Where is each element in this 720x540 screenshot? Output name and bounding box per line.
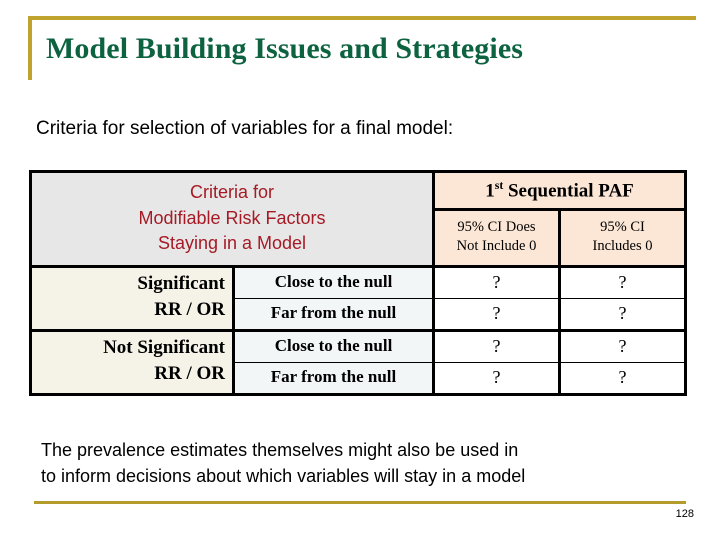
value-ci-not-include-0: ? [432,297,560,331]
header-ci-col2-line1: 95% CI [600,218,645,235]
table-row: Significant RR / OR Close to the null ? … [30,264,687,331]
header-paf-superscript: st [494,178,504,192]
value-ci-not-include-0: ? [432,264,560,299]
criteria-table: Criteria for Modifiable Risk Factors Sta… [29,170,688,396]
magnitude-cell: Far from the null [233,297,435,331]
header-criteria-label: Criteria for Modifiable Risk Factors Sta… [30,171,435,268]
header-criteria-line1: Criteria for [189,182,274,202]
header-ci-includes-0: 95% CI Includes 0 [557,208,687,268]
footer-note-line1: The prevalence estimates themselves migh… [41,440,519,460]
value-ci-not-include-0: ? [432,328,560,363]
header-ci-not-include-0: 95% CI Does Not Include 0 [433,208,560,268]
header-paf-rest: Sequential PAF [503,180,634,202]
header-ci-col1-line2: Not Include 0 [456,238,537,255]
header-paf-base: 1 [485,180,495,202]
value-ci-not-include-0: ? [432,361,560,395]
table-row: Not Significant RR / OR Close to the nul… [30,328,687,395]
subtitle-text: Criteria for selection of variables for … [36,118,454,139]
value-ci-includes-0: ? [557,264,687,299]
table-header-row-1: Criteria for Modifiable Risk Factors Sta… [30,171,687,268]
group-label-line1: Not Significant [103,337,225,359]
footer-note-line2: to inform decisions about which variable… [41,465,526,486]
group-label-line2: RR / OR [154,299,225,321]
footer-note: The prevalence estimates themselves migh… [41,438,691,489]
page-number: 128 [675,508,694,520]
page-title: Model Building Issues and Strategies [46,32,524,65]
group-label-line1: Significant [137,273,225,295]
value-ci-includes-0: ? [557,361,687,395]
header-criteria-line2: Modifiable Risk Factors [138,207,326,228]
header-paf-group: 1st Sequential PAF [432,171,687,211]
magnitude-cell: Close to the null [233,264,435,299]
value-ci-includes-0: ? [557,328,687,363]
magnitude-cell: Far from the null [233,361,435,395]
title-accent-border: Model Building Issues and Strategies [28,16,696,80]
group-label-not-significant: Not Significant RR / OR [30,328,235,395]
value-ci-includes-0: ? [557,297,687,331]
group-label-significant: Significant RR / OR [30,264,235,331]
magnitude-cell: Close to the null [233,328,435,363]
footer-divider [34,501,686,504]
group-label-line2: RR / OR [154,363,225,385]
header-ci-col2-line2: Includes 0 [592,238,653,255]
header-ci-col1-line1: 95% CI Does [457,218,536,235]
header-criteria-line3: Staying in a Model [157,233,307,254]
